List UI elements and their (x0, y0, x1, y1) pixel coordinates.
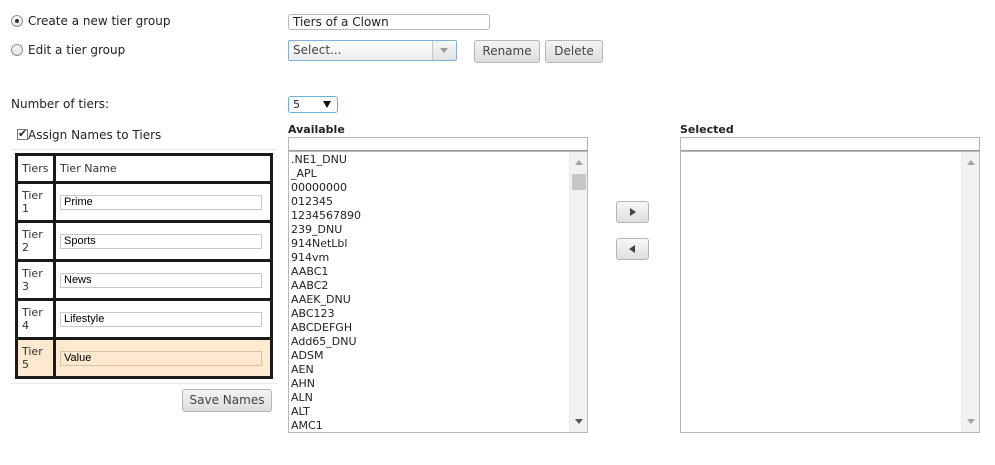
tier-group-select[interactable]: Select... (288, 40, 457, 61)
table-header-row: Tiers Tier Name (15, 153, 273, 184)
list-item[interactable]: 914vm (291, 251, 361, 265)
delete-button[interactable]: Delete (545, 40, 603, 63)
table-row-highlighted: Tier 5 (15, 337, 273, 379)
scroll-thumb[interactable] (572, 174, 586, 190)
assign-names-option[interactable]: Assign Names to Tiers (17, 127, 162, 142)
list-item[interactable]: _APL (291, 167, 361, 181)
available-label: Available (288, 123, 345, 136)
number-of-tiers-label: Number of tiers: (11, 97, 110, 111)
scroll-up-icon[interactable] (575, 160, 583, 165)
save-names-button[interactable]: Save Names (182, 389, 272, 412)
list-item[interactable]: 914NetLbl (291, 237, 361, 251)
list-item[interactable]: 00000000 (291, 181, 361, 195)
list-item[interactable]: AEN (291, 363, 361, 377)
tier-group-name-input[interactable] (288, 14, 490, 30)
number-of-tiers-value: 5 (293, 98, 300, 111)
available-filter-input[interactable] (288, 137, 588, 151)
list-item[interactable]: AMC1 (291, 419, 361, 432)
table-row: Tier 1 (15, 181, 273, 223)
assign-names-label: Assign Names to Tiers (28, 128, 162, 142)
list-item[interactable]: ADSM (291, 349, 361, 363)
number-of-tiers-select[interactable]: 5 (288, 96, 338, 113)
list-item[interactable]: .NE1_DNU (291, 153, 361, 167)
tier-label: Tier 1 (15, 181, 56, 223)
divider (11, 149, 277, 150)
selected-label: Selected (680, 123, 734, 136)
list-item[interactable]: ABC123 (291, 307, 361, 321)
list-item[interactable]: ALN (291, 391, 361, 405)
scroll-down-icon[interactable] (967, 419, 975, 424)
available-scrollbar[interactable] (569, 152, 587, 432)
selected-scrollbar[interactable] (961, 152, 979, 432)
tier-name-input[interactable] (60, 272, 262, 288)
list-item[interactable]: Add65_DNU (291, 335, 361, 349)
tier-name-input[interactable] (60, 233, 262, 249)
tier-name-input[interactable] (60, 194, 262, 210)
tier-names-table: Tiers Tier Name Tier1 Tier2 Tier3 Tier4 … (15, 153, 273, 379)
available-list[interactable]: .NE1_DNU _APL 00000000 012345 1234567890 239_… (288, 151, 588, 433)
selected-list[interactable] (680, 151, 980, 433)
tier-label: Tier 4 (15, 298, 56, 340)
chevron-down-icon[interactable] (432, 41, 456, 60)
list-item[interactable]: AHN (291, 377, 361, 391)
move-left-button[interactable] (616, 238, 649, 260)
assign-names-checkbox[interactable] (17, 127, 28, 140)
create-radio-label: Create a new tier group (28, 14, 171, 28)
tier-label: Tier 5 (15, 337, 56, 379)
tier-label: Tier 2 (15, 220, 56, 262)
divider (11, 383, 277, 384)
column-header-tiers: Tiers (15, 153, 56, 184)
tier-label: Tier 3 (15, 259, 56, 301)
selected-filter-input[interactable] (680, 137, 980, 151)
list-item[interactable]: AAEK_DNU (291, 293, 361, 307)
list-item[interactable]: ABCDEFGH (291, 321, 361, 335)
create-radio[interactable] (11, 15, 23, 27)
list-item[interactable]: ALT (291, 405, 361, 419)
scroll-down-icon[interactable] (575, 419, 583, 424)
table-row: Tier 3 (15, 259, 273, 301)
tier-name-input[interactable] (60, 311, 262, 327)
list-item[interactable]: 239_DNU (291, 223, 361, 237)
table-row: Tier 4 (15, 298, 273, 340)
arrow-left-icon (629, 245, 635, 253)
arrow-right-icon (630, 208, 636, 216)
move-right-button[interactable] (616, 201, 649, 223)
list-item[interactable]: 1234567890 (291, 209, 361, 223)
caret-down-icon (323, 101, 331, 108)
list-item[interactable]: 012345 (291, 195, 361, 209)
list-item[interactable]: AABC1 (291, 265, 361, 279)
edit-radio-label: Edit a tier group (28, 43, 126, 57)
edit-tier-group-option[interactable]: Edit a tier group (11, 43, 125, 57)
list-item[interactable]: AABC2 (291, 279, 361, 293)
rename-button[interactable]: Rename (474, 40, 540, 63)
column-header-tier-name: Tier Name (53, 153, 273, 184)
available-items: .NE1_DNU _APL 00000000 012345 1234567890 239_… (291, 153, 361, 432)
edit-radio[interactable] (11, 44, 23, 56)
tier-name-input[interactable] (60, 350, 262, 366)
table-row: Tier 2 (15, 220, 273, 262)
create-tier-group-option[interactable]: Create a new tier group (11, 14, 171, 28)
scroll-up-icon[interactable] (967, 160, 975, 165)
tier-group-select-value: Select... (293, 43, 342, 57)
